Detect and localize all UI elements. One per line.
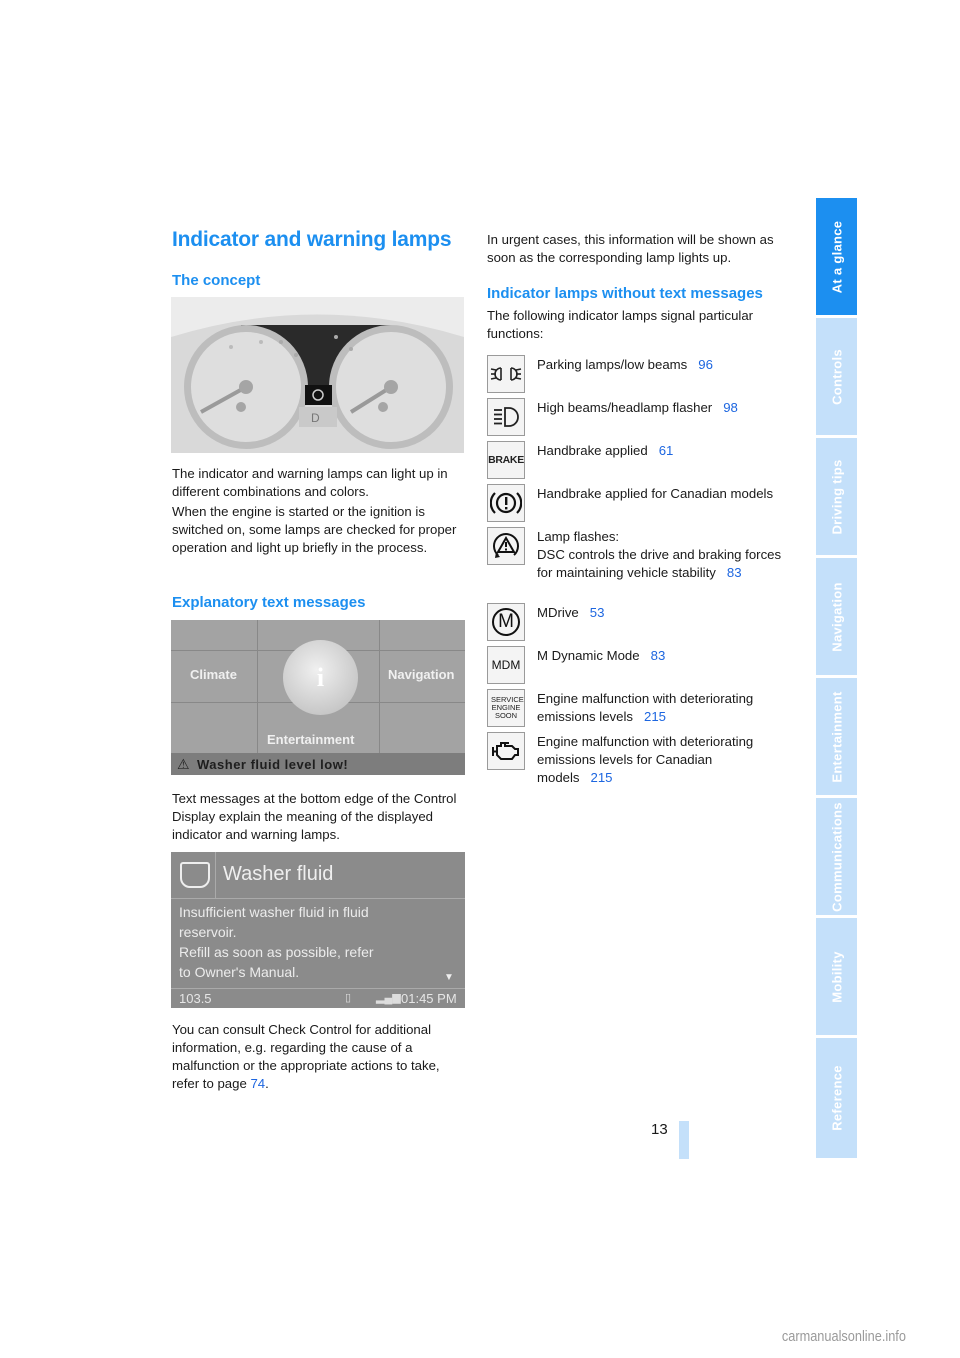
- concept-paragraph-2: When the engine is started or the igniti…: [172, 504, 457, 555]
- page-link[interactable]: 215: [591, 770, 613, 785]
- page-link[interactable]: 215: [644, 709, 666, 724]
- info-controller-icon: i: [283, 640, 358, 715]
- dsc-icon: [487, 527, 525, 565]
- lamp-item: Parking lamps/low beams 96: [537, 357, 713, 372]
- check-control-paragraph: You can consult Check Control for additi…: [172, 1022, 440, 1091]
- tab-controls[interactable]: Controls: [816, 318, 857, 435]
- explanatory-paragraph: Text messages at the bottom edge of the …: [172, 791, 457, 842]
- tab-driving-tips[interactable]: Driving tips: [816, 438, 857, 555]
- menu-warning-message: Washer fluid level low!: [197, 757, 349, 772]
- tab-entertainment[interactable]: Entertainment: [816, 678, 857, 795]
- parking-lamps-icon: [487, 355, 525, 393]
- lamp-item: Handbrake applied for Canadian models: [537, 486, 774, 501]
- tab-reference[interactable]: Reference: [816, 1038, 857, 1158]
- tab-mobility[interactable]: Mobility: [816, 918, 857, 1035]
- page-link[interactable]: 83: [651, 648, 666, 663]
- menu-entertainment: Entertainment: [267, 732, 355, 747]
- tab-at-a-glance[interactable]: At a glance: [816, 198, 857, 315]
- mdrive-icon: M: [487, 603, 525, 641]
- page-link[interactable]: 98: [723, 400, 738, 415]
- status-frequency: 103.5: [179, 991, 212, 1006]
- signal-strength-icon: ▂▄▆: [376, 992, 401, 1004]
- washer-title: Washer fluid: [223, 863, 334, 885]
- service-engine-soon-icon: SERVICE ENGINE SOON: [487, 689, 525, 727]
- page-link[interactable]: 53: [590, 605, 605, 620]
- lamp-item: Engine malfunction with deteriorating em…: [537, 691, 754, 724]
- lamp-item: M Dynamic Mode 83: [537, 648, 666, 663]
- page-link-74[interactable]: 74: [250, 1076, 265, 1091]
- tab-navigation[interactable]: Navigation: [816, 558, 857, 675]
- tab-communications[interactable]: Communications: [816, 798, 857, 915]
- washer-message: Insufficient washer fluid in fluid reser…: [179, 904, 374, 980]
- lamp-item: Engine malfunction with deteriorating em…: [537, 734, 754, 785]
- instrument-cluster-image: D: [171, 297, 464, 453]
- page-link[interactable]: 83: [727, 565, 742, 580]
- mdm-icon: MDM: [487, 646, 525, 684]
- lamp-item: Lamp flashes: DSC controls the drive and …: [537, 529, 782, 580]
- without-text-intro: The following indicator lamps signal par…: [487, 308, 754, 341]
- lamp-item: High beams/headlamp flasher 98: [537, 400, 738, 415]
- lamp-item: Handbrake applied 61: [537, 443, 674, 458]
- instrument-cluster-illustration: D: [171, 297, 464, 453]
- page-number: 13: [651, 1121, 668, 1138]
- phone-icon: ▯: [345, 992, 352, 1004]
- page-link[interactable]: 96: [698, 357, 713, 372]
- brake-icon: BRAKE: [487, 441, 525, 479]
- page-marker: [679, 1121, 689, 1159]
- concept-paragraph-1: The indicator and warning lamps can ligh…: [172, 466, 448, 499]
- washer-fluid-display-image: Washer fluid Insufficient washer fluid i…: [171, 852, 465, 1008]
- page-title: Indicator and warning lamps: [172, 228, 452, 251]
- check-engine-icon: [487, 732, 525, 770]
- watermark: carmanualsonline.info: [781, 1328, 906, 1345]
- lamp-item: MDrive 53: [537, 605, 605, 620]
- urgent-paragraph: In urgent cases, this information will b…: [487, 232, 774, 265]
- explanatory-heading: Explanatory text messages: [172, 594, 366, 611]
- control-display-menu-image: i Climate Navigation Entertainment ⚠ Was…: [171, 620, 465, 775]
- without-text-heading: Indicator lamps without text messages: [487, 285, 763, 302]
- scroll-down-icon: ▼: [444, 972, 454, 983]
- svg-text:D: D: [311, 411, 320, 425]
- status-time: 01:45 PM: [401, 991, 457, 1006]
- page-link[interactable]: 61: [659, 443, 674, 458]
- menu-navigation: Navigation: [388, 667, 455, 682]
- handbrake-canada-icon: [487, 484, 525, 522]
- concept-heading: The concept: [172, 272, 261, 289]
- high-beam-icon: [487, 398, 525, 436]
- washer-fluid-icon: [180, 862, 210, 888]
- menu-climate: Climate: [190, 667, 237, 682]
- warning-triangle-icon: ⚠: [177, 756, 190, 772]
